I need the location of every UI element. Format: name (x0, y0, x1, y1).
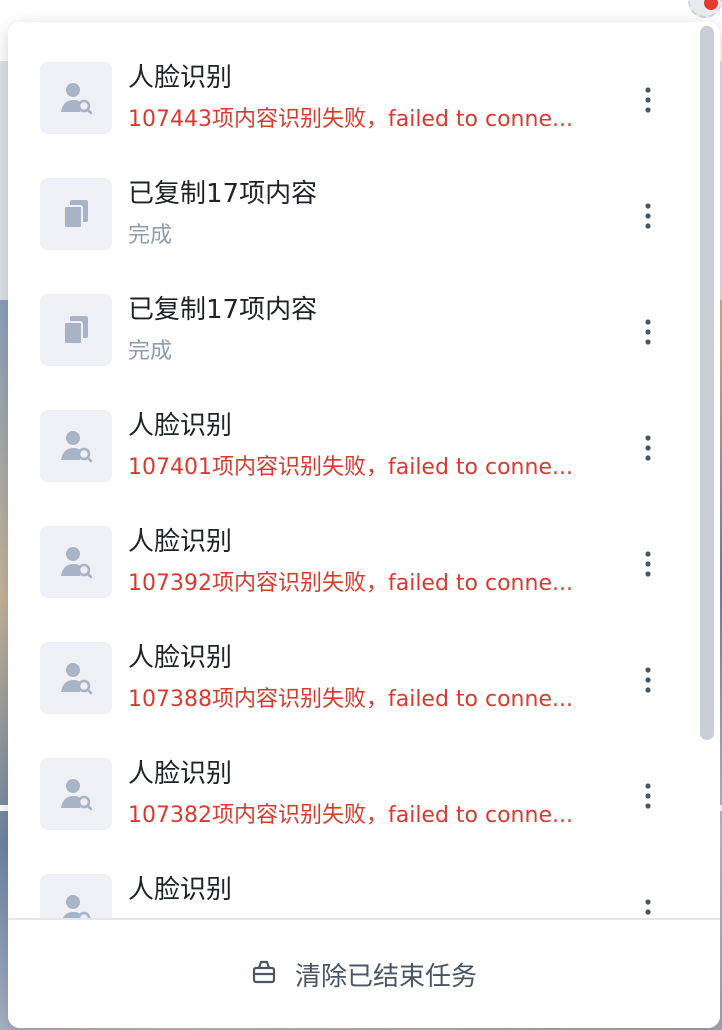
task-list-footer: 清除已结束任务 (8, 918, 720, 1028)
more-options-icon[interactable] (632, 80, 664, 120)
task-status-text: 107382项内容识别失败，failed to conne... (128, 803, 573, 828)
task-title: 人脸识别 (128, 411, 233, 441)
face-search-icon (40, 62, 112, 134)
task-status-text: 107443项内容识别失败，failed to conne... (128, 107, 573, 132)
more-options-icon[interactable] (632, 428, 664, 468)
face-search-icon (40, 758, 112, 830)
task-item[interactable]: 已复制17项内容 完成 (8, 138, 698, 254)
face-search-icon (40, 642, 112, 714)
task-item[interactable]: 已复制17项内容 完成 (8, 254, 698, 370)
task-title: 已复制17项内容 (128, 179, 318, 209)
task-item[interactable]: 人脸识别 107392项内容识别失败，failed to conne... (8, 486, 698, 602)
more-options-icon[interactable] (632, 660, 664, 700)
more-options-icon[interactable] (632, 892, 664, 918)
task-list-popup: 人脸识别 107443项内容识别失败，failed to conne... 已复… (8, 22, 720, 1028)
face-search-icon (40, 874, 112, 918)
task-status-text: 完成 (128, 339, 173, 364)
more-options-icon[interactable] (632, 196, 664, 236)
task-title: 人脸识别 (128, 527, 233, 557)
task-status-text: 107388项内容识别失败，failed to conne... (128, 687, 573, 712)
copy-icon (40, 294, 112, 366)
more-options-icon[interactable] (632, 776, 664, 816)
task-item[interactable]: 人脸识别 107401项内容识别失败，failed to conne... (8, 370, 698, 486)
task-title: 人脸识别 (128, 643, 233, 673)
face-search-icon (40, 410, 112, 482)
task-title: 人脸识别 (128, 63, 233, 93)
task-list: 人脸识别 107443项内容识别失败，failed to conne... 已复… (8, 22, 720, 918)
scrollbar[interactable] (700, 26, 714, 740)
task-status-text: 107392项内容识别失败，failed to conne... (128, 571, 573, 596)
task-status-text: 完成 (128, 223, 173, 248)
task-title: 人脸识别 (128, 875, 233, 905)
task-item[interactable]: 人脸识别 107388项内容识别失败，failed to conne... (8, 602, 698, 718)
face-search-icon (40, 526, 112, 598)
task-item[interactable]: 人脸识别 (8, 834, 698, 918)
clear-finished-tasks-label: 清除已结束任务 (294, 961, 477, 992)
task-item[interactable]: 人脸识别 107443项内容识别失败，failed to conne... (8, 22, 698, 138)
more-options-icon[interactable] (632, 544, 664, 584)
task-title: 已复制17项内容 (128, 295, 318, 325)
more-options-icon[interactable] (632, 312, 664, 352)
task-status-text: 107401项内容识别失败，failed to conne... (128, 455, 573, 480)
copy-icon (40, 178, 112, 250)
task-item[interactable]: 人脸识别 107382项内容识别失败，failed to conne... (8, 718, 698, 834)
clear-finished-tasks-button[interactable]: 清除已结束任务 (251, 956, 477, 993)
task-title: 人脸识别 (128, 759, 233, 789)
basket-icon (251, 959, 277, 989)
